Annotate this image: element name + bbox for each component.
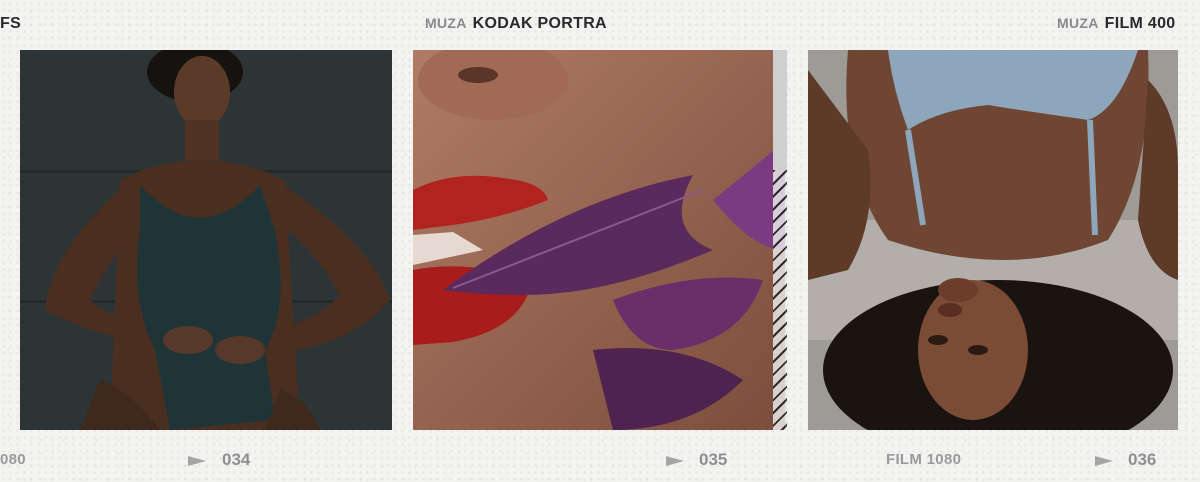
frame3-brand: MUZA <box>1057 15 1099 31</box>
frame2-arrow-icon <box>666 456 684 466</box>
frame3-title: FILM 400 <box>1104 15 1176 32</box>
frame1-top-label: FS <box>0 15 21 33</box>
frame3-bottom-label: FILM 1080 <box>886 451 962 468</box>
frame2-top-label: MUZA KODAK PORTRA <box>425 15 607 33</box>
frame3-top-label: MUZA FILM 400 <box>1057 15 1176 33</box>
frame3-number: 036 <box>1128 450 1157 469</box>
frame2-title: KODAK PORTRA <box>472 15 607 32</box>
frame1-arrow-icon <box>188 456 206 466</box>
frame1-photo <box>20 50 392 430</box>
frame1-bottom-label: 080 <box>0 451 26 468</box>
frame3-photo <box>808 50 1178 430</box>
film-strip-edge-top <box>773 50 787 170</box>
frame1-title: FS <box>0 15 22 32</box>
frame1-number: 034 <box>222 450 251 469</box>
frame3-arrow-icon <box>1095 456 1113 466</box>
film-strip-edge <box>773 170 787 430</box>
frame2-photo <box>413 50 785 430</box>
frame2-brand: MUZA <box>425 15 467 31</box>
frame2-number: 035 <box>699 450 728 469</box>
